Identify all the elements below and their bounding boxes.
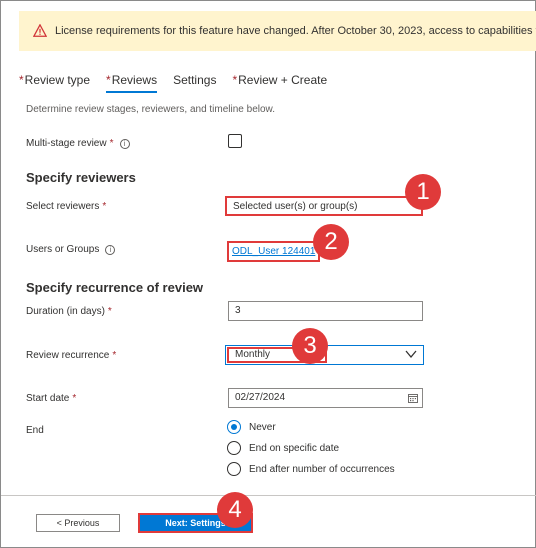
banner-message: License requirements for this feature ha… [55, 25, 536, 37]
end-option-occurrences[interactable]: End after number of occurrences [227, 462, 395, 476]
chevron-down-icon [405, 350, 417, 359]
required-marker: * [72, 393, 77, 404]
select-reviewers-label-text: Select reviewers [26, 201, 100, 212]
page-description: Determine review stages, reviewers, and … [26, 104, 275, 115]
warning-icon [33, 24, 47, 37]
end-option-never[interactable]: Never [227, 420, 276, 434]
users-groups-label: Users or Groups i [26, 244, 116, 255]
radio-label: End on specific date [249, 442, 340, 454]
tab-reviews[interactable]: *Reviews [106, 71, 158, 93]
start-date-value: 02/27/2024 [235, 392, 286, 403]
duration-label-text: Duration (in days) [26, 306, 105, 317]
radio-button[interactable] [227, 462, 241, 476]
select-reviewers-dropdown[interactable]: Selected user(s) or group(s) [225, 196, 423, 216]
wizard-tabs: *Review type *Reviews Settings *Review +… [19, 71, 343, 95]
callout-badge-2: 2 [313, 224, 349, 260]
required-marker: * [102, 201, 107, 212]
required-marker: * [106, 73, 111, 87]
required-marker: * [112, 350, 117, 361]
calendar-icon[interactable] [408, 393, 418, 403]
users-groups-label-text: Users or Groups [26, 244, 100, 255]
required-marker: * [109, 138, 114, 149]
info-icon[interactable]: i [119, 138, 130, 149]
footer-divider [1, 495, 536, 496]
tab-review-type[interactable]: *Review type [19, 71, 90, 93]
info-icon[interactable]: i [105, 244, 116, 255]
previous-button[interactable]: < Previous [36, 514, 120, 532]
required-marker: * [107, 306, 112, 317]
multistage-label: Multi-stage review * i [26, 138, 130, 149]
section-title-recurrence: Specify recurrence of review [26, 280, 204, 295]
multistage-label-text: Multi-stage review [26, 138, 107, 149]
start-date-label-text: Start date [26, 393, 70, 404]
end-label: End [26, 425, 44, 436]
callout-badge-3: 3 [292, 328, 328, 364]
end-option-specific-date[interactable]: End on specific date [227, 441, 339, 455]
required-marker: * [232, 73, 238, 87]
recurrence-label: Review recurrence * [26, 350, 116, 361]
callout-badge-1: 1 [405, 174, 441, 210]
callout-badge-4: 4 [217, 492, 253, 528]
duration-input[interactable]: 3 [228, 301, 423, 321]
radio-button[interactable] [227, 420, 241, 434]
users-groups-link[interactable]: ODL_User 124401 [227, 241, 321, 262]
select-reviewers-label: Select reviewers * [26, 201, 106, 212]
start-date-label: Start date * [26, 393, 76, 404]
tab-label: Reviews [111, 73, 158, 87]
radio-label: End after number of occurrences [249, 463, 395, 475]
tab-label: Review + Create [238, 73, 328, 87]
recurrence-label-text: Review recurrence [26, 350, 110, 361]
tab-review-create[interactable]: *Review + Create [232, 71, 327, 93]
tab-settings[interactable]: Settings [173, 71, 216, 93]
radio-button[interactable] [227, 441, 241, 455]
tab-label: Review type [24, 73, 91, 87]
start-date-input[interactable]: 02/27/2024 [228, 388, 423, 408]
tab-label: Settings [173, 73, 217, 87]
review-wizard-panel: License requirements for this feature ha… [0, 0, 536, 548]
duration-label: Duration (in days) * [26, 306, 112, 317]
end-label-text: End [26, 425, 44, 436]
multistage-checkbox[interactable] [228, 134, 242, 148]
section-title-reviewers: Specify reviewers [26, 170, 136, 185]
license-warning-banner: License requirements for this feature ha… [19, 11, 536, 51]
radio-label: Never [249, 421, 276, 433]
required-marker: * [19, 73, 24, 87]
